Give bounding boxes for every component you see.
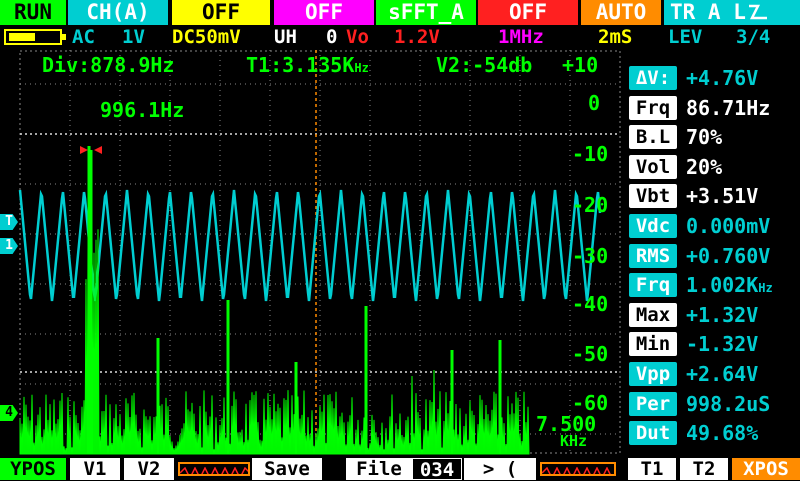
falling-edge-icon: [748, 4, 767, 20]
wave-decoration-left: [178, 462, 250, 476]
measurement-label[interactable]: Vol: [629, 155, 677, 179]
peak-frequency: 996.1Hz: [100, 98, 185, 122]
measurement-label[interactable]: ΔV:: [629, 66, 677, 90]
v1-button[interactable]: V1: [70, 458, 120, 480]
measurement-value: 0.000mV: [686, 214, 771, 238]
measurement-label[interactable]: Frq: [629, 273, 677, 297]
measurement-value: +4.76V: [686, 66, 759, 90]
measurement-label[interactable]: Vdc: [629, 214, 677, 238]
div-readout: Div:878.9Hz: [42, 53, 175, 77]
frequency-label: 1MHz: [498, 26, 544, 48]
channel-a-waveform: [18, 189, 602, 302]
y-tick-label: -20: [572, 193, 609, 217]
vo-value: 1.2V: [394, 26, 440, 48]
channel-c-off-button[interactable]: OFF: [274, 0, 374, 25]
trigger-button[interactable]: TR A L: [664, 0, 800, 25]
measurement-label[interactable]: RMS: [629, 244, 677, 268]
v2-button[interactable]: V2: [124, 458, 174, 480]
measurement-label[interactable]: Min: [629, 332, 677, 356]
dc-offset: DC50mV: [172, 26, 241, 48]
y-tick-label: -10: [572, 142, 609, 166]
peak-marker-right: [94, 146, 102, 154]
battery-icon: [4, 29, 66, 45]
y-tick-label: 0: [588, 91, 601, 115]
t1-readout: T1:3.135KHz: [246, 53, 369, 77]
measurement-value: 49.68%: [686, 421, 759, 445]
fft-mode-button[interactable]: sFFT_A: [376, 0, 476, 25]
run-button[interactable]: RUN: [0, 0, 66, 25]
vo-label: Vo: [346, 26, 369, 48]
measurement-value: 20%: [686, 155, 723, 179]
lev-label: LEV: [668, 26, 703, 48]
scope-screen[interactable]: [0, 50, 622, 458]
ypos-button[interactable]: YPOS: [0, 458, 66, 480]
uh-label: UH: [274, 26, 297, 48]
measurement-label[interactable]: B.L: [629, 125, 677, 149]
channel-d-off-button[interactable]: OFF: [478, 0, 578, 25]
measurement-label[interactable]: Vbt: [629, 184, 677, 208]
trigger-label: TR A L: [670, 0, 746, 24]
y-tick-label: +10: [562, 53, 599, 77]
measurement-label[interactable]: Frq: [629, 96, 677, 120]
peak-marker-left: [80, 146, 88, 154]
measurement-value: +3.51V: [686, 184, 759, 208]
y-tick-label: -50: [572, 342, 609, 366]
uh-value: 0: [326, 26, 338, 48]
measurement-value: +0.760V: [686, 244, 771, 268]
channel-button[interactable]: CH(A): [68, 0, 168, 25]
measurement-value: 1.002KHz: [686, 273, 773, 297]
file-nav-button[interactable]: > (: [464, 458, 536, 480]
waveform-plot: [18, 50, 621, 455]
measurement-value: 70%: [686, 125, 723, 149]
lev-value: 3/4: [736, 26, 771, 48]
v2-readout: V2:-54db: [436, 53, 533, 77]
volts-per-div: 1V: [122, 26, 145, 48]
measurement-label[interactable]: Vpp: [629, 362, 677, 386]
save-button[interactable]: Save: [252, 458, 322, 480]
measurement-label[interactable]: Dut: [629, 421, 677, 445]
y-tick-label: -40: [572, 292, 609, 316]
x-unit-label: KHz: [560, 432, 588, 450]
t1-button[interactable]: T1: [628, 458, 676, 480]
wave-decoration-right: [540, 462, 616, 476]
channel-b-off-button[interactable]: OFF: [172, 0, 270, 25]
measurement-value: 998.2uS: [686, 392, 771, 416]
measurement-value: -1.32V: [686, 332, 759, 356]
measurement-value: +1.32V: [686, 303, 759, 327]
file-label: File: [346, 458, 412, 480]
y-tick-label: -30: [572, 244, 609, 268]
xpos-button[interactable]: XPOS: [732, 458, 800, 480]
file-number[interactable]: 034: [412, 458, 462, 481]
timebase-label: 2mS: [598, 26, 633, 48]
t1-unit: Hz: [354, 61, 369, 75]
coupling-label: AC: [72, 26, 95, 48]
measurement-label[interactable]: Max: [629, 303, 677, 327]
measurement-value: +2.64V: [686, 362, 759, 386]
measurement-label[interactable]: Per: [629, 392, 677, 416]
t2-button[interactable]: T2: [680, 458, 728, 480]
measurement-value: 86.71Hz: [686, 96, 771, 120]
auto-button[interactable]: AUTO: [581, 0, 661, 25]
measurement-unit: Hz: [758, 281, 773, 295]
